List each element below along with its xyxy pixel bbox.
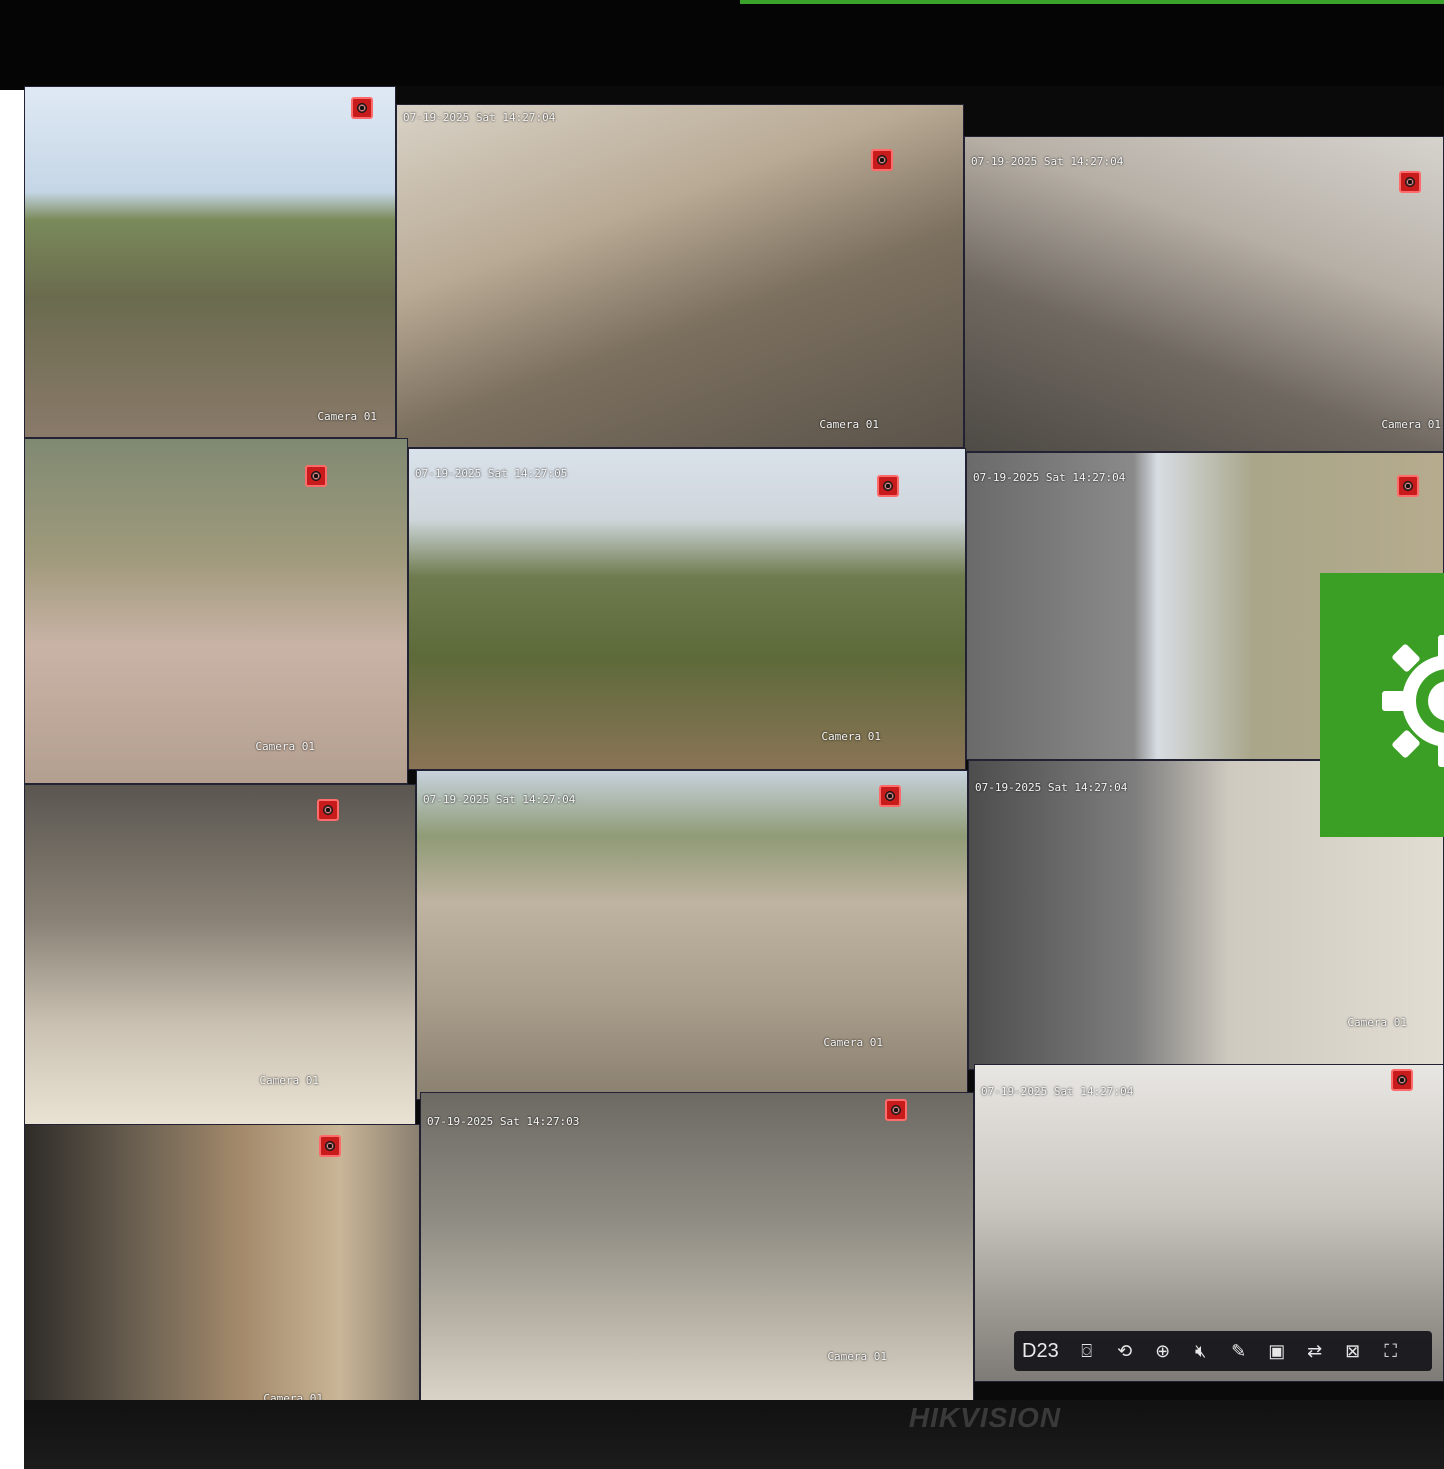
camera-feed [409,449,965,769]
camera-timestamp: 07-19-2025 Sat 14:27:04 [971,155,1124,168]
record-icon [305,465,327,487]
camera-timestamp: 07-19-2025 Sat 14:27:04 [403,111,556,124]
camera-tile-1[interactable]: Camera 01 [24,86,396,438]
camera-feed [25,1125,419,1427]
camera-label: Camera 01 [317,410,377,423]
monitor-bottom-bezel [24,1400,1444,1469]
stream-icon[interactable]: ⊠ [1337,1336,1369,1366]
camera-timestamp: 07-19-2025 Sat 14:27:03 [427,1115,580,1128]
camera-feed [417,771,967,1099]
camera-feed [25,87,395,437]
monitor-top-bezel [0,0,1444,90]
camera-timestamp: 07-19-2025 Sat 14:27:04 [981,1085,1134,1098]
camera-tile-2[interactable]: 07-19-2025 Sat 14:27:04 Camera 01 [396,104,964,448]
camera-tile-10[interactable]: Camera 01 [24,1124,420,1428]
camera-feed [965,137,1443,451]
camera-tile-7[interactable]: Camera 01 [24,784,416,1126]
record-icon [319,1135,341,1157]
green-top-strip [740,0,1444,4]
switch-icon[interactable]: ⇄ [1299,1336,1331,1366]
record-icon [871,149,893,171]
record-icon [879,785,901,807]
camera-feed [421,1093,973,1411]
record-icon [885,1099,907,1121]
camera-label: Camera 01 [821,730,881,743]
camera-label: Camera 01 [823,1036,883,1049]
settings-badge [1320,573,1444,837]
mute-icon[interactable]: 🔇︎ [1185,1336,1217,1366]
camera-feed [25,439,407,783]
camera-timestamp: 07-19-2025 Sat 14:27:04 [975,781,1128,794]
camera-tile-4[interactable]: Camera 01 [24,438,408,784]
camera-tile-8[interactable]: 07-19-2025 Sat 14:27:04 Camera 01 [416,770,968,1100]
camera-timestamp: 07-19-2025 Sat 14:27:05 [415,467,568,480]
camera-label: Camera 01 [1347,1016,1407,1029]
playback-icon[interactable]: ⟲ [1109,1336,1141,1366]
camera-timestamp: 07-19-2025 Sat 14:27:04 [423,793,576,806]
camera-timestamp: 07-19-2025 Sat 14:27:04 [973,471,1126,484]
camera-label: Camera 01 [827,1350,887,1363]
camera-tile-3[interactable]: 07-19-2025 Sat 14:27:04 Camera 01 [964,136,1444,452]
record-icon [877,475,899,497]
camera-icon[interactable]: ⌼ [1071,1336,1103,1366]
brand-logo: HIKVISION [908,1402,1062,1433]
display-icon[interactable]: ▣ [1261,1336,1293,1366]
camera-label: Camera 01 [819,418,879,431]
record-icon [1391,1069,1413,1091]
record-icon [1399,171,1421,193]
camera-tile-5[interactable]: 07-19-2025 Sat 14:27:05 Camera 01 [408,448,966,770]
mic-off-icon[interactable]: ✎ [1223,1336,1255,1366]
record-icon [317,799,339,821]
gear-icon [1378,631,1444,771]
camera-label: Camera 01 [259,1074,319,1087]
camera-label: Camera 01 [1381,418,1441,431]
channel-label: D23 [1022,1339,1059,1362]
camera-label: Camera 01 [255,740,315,753]
camera-tile-11[interactable]: 07-19-2025 Sat 14:27:03 Camera 01 [420,1092,974,1412]
nvr-toolbar: D23 ⌼ ⟲ ⊕ 🔇︎ ✎ ▣ ⇄ ⊠ ⛶ [1014,1331,1432,1371]
fullscreen-icon[interactable]: ⛶ [1375,1336,1407,1366]
zoom-in-icon[interactable]: ⊕ [1147,1336,1179,1366]
record-icon [1397,475,1419,497]
camera-feed [25,785,415,1125]
record-icon [351,97,373,119]
